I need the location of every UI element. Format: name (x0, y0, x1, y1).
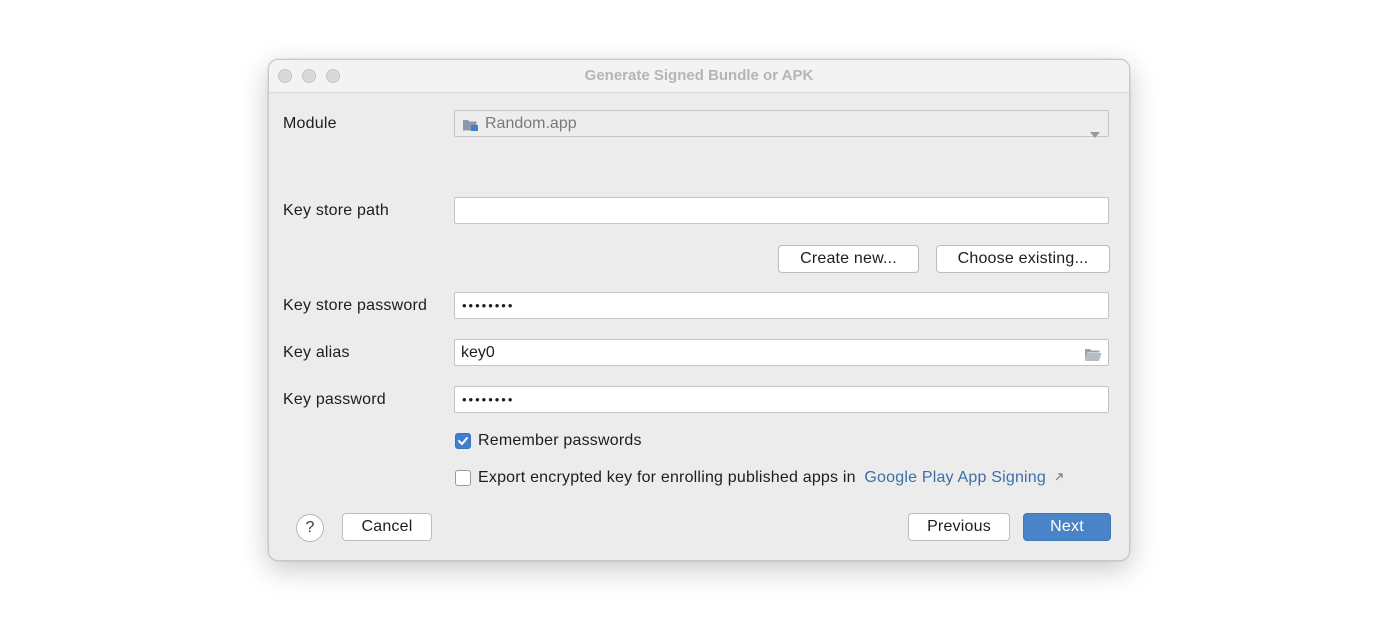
folder-icon[interactable] (1084, 345, 1102, 370)
export-encrypted-key-checkbox[interactable] (455, 470, 471, 486)
previous-button[interactable]: Previous (908, 513, 1010, 541)
export-encrypted-key-label[interactable]: Export encrypted key for enrolling publi… (478, 468, 1063, 487)
generate-signed-dialog: Generate Signed Bundle or APK Module Ran… (268, 59, 1130, 561)
cancel-button[interactable]: Cancel (342, 513, 432, 541)
google-play-app-signing-link[interactable]: Google Play App Signing (864, 469, 1046, 486)
module-folder-icon (462, 116, 480, 132)
module-select[interactable]: Random.app (454, 110, 1109, 138)
remember-passwords-label[interactable]: Remember passwords (478, 432, 642, 450)
module-value: Random.app (485, 115, 577, 132)
export-encrypted-key-text: Export encrypted key for enrolling publi… (478, 469, 856, 486)
key-store-password-input[interactable]: •••••••• (454, 292, 1109, 319)
key-alias-label: Key alias (283, 344, 350, 361)
checkmark-icon (458, 437, 468, 445)
key-password-input[interactable]: •••••••• (454, 386, 1109, 413)
key-store-password-label: Key store password (283, 297, 428, 314)
window-title: Generate Signed Bundle or APK (584, 67, 814, 84)
help-button[interactable]: ? (296, 514, 324, 542)
chevron-down-icon (1090, 121, 1100, 146)
key-alias-value: key0 (461, 344, 495, 361)
external-link-arrow-icon (1055, 468, 1063, 486)
remember-passwords-checkbox[interactable] (455, 433, 471, 449)
key-store-path-input[interactable] (454, 197, 1109, 224)
key-password-label: Key password (283, 391, 386, 408)
key-alias-input[interactable]: key0 (454, 339, 1109, 366)
key-store-path-label: Key store path (283, 202, 389, 219)
create-new-button[interactable]: Create new... (778, 245, 919, 273)
title-bar: Generate Signed Bundle or APK (269, 60, 1129, 93)
module-label: Module (283, 115, 337, 132)
key-store-password-mask: •••••••• (462, 298, 515, 313)
key-password-mask: •••••••• (462, 392, 515, 407)
next-button[interactable]: Next (1023, 513, 1111, 541)
choose-existing-button[interactable]: Choose existing... (936, 245, 1110, 273)
